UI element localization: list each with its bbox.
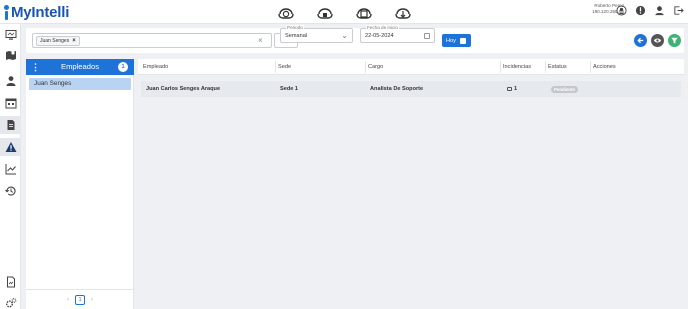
rail-incidents-icon[interactable] xyxy=(0,138,21,156)
incident-ticket-icon xyxy=(507,86,512,91)
rail-users-icon[interactable] xyxy=(0,72,21,90)
top-actions xyxy=(616,5,684,16)
clear-selection-icon[interactable]: × xyxy=(258,36,263,46)
calendar-icon[interactable] xyxy=(424,33,430,39)
rail-history-icon[interactable] xyxy=(0,182,21,200)
cell-incidencias[interactable]: 1 xyxy=(507,85,517,93)
filter-button[interactable] xyxy=(668,34,681,47)
rail-settings-icon[interactable] xyxy=(0,294,21,309)
module-cloud-icon[interactable] xyxy=(393,2,413,22)
arrow-left-icon xyxy=(637,37,644,44)
app-logo[interactable]: MyIntelli xyxy=(4,2,69,22)
employee-chip[interactable]: Juan Senges × xyxy=(36,36,80,46)
table-row[interactable]: Juan Carlos Senges Araque Sede 1 Analist… xyxy=(141,81,681,97)
col-cargo[interactable]: Cargo xyxy=(368,63,383,71)
today-button-label: Hoy xyxy=(446,37,456,44)
logout-icon[interactable] xyxy=(673,5,684,16)
module-access-icon[interactable] xyxy=(354,2,374,22)
employee-chip-label: Juan Senges xyxy=(40,38,70,44)
view-button[interactable] xyxy=(651,34,664,47)
module-security-icon[interactable] xyxy=(315,2,335,22)
incidents-table: Empleado Sede Cargo Incidencias Estatus … xyxy=(138,59,684,309)
user-profile-icon[interactable] xyxy=(616,5,627,16)
col-acciones: Acciones xyxy=(593,64,616,70)
alert-icon[interactable] xyxy=(635,5,646,16)
filter-icon xyxy=(671,37,678,44)
module-switcher xyxy=(276,2,413,22)
cell-sede: Sede 1 xyxy=(280,86,299,92)
col-incidencias[interactable]: Incidencias xyxy=(503,63,531,71)
left-rail xyxy=(0,24,21,309)
rail-chart-icon[interactable] xyxy=(0,160,21,178)
module-attendance-icon[interactable] xyxy=(276,2,296,22)
table-header: Empleado Sede Cargo Incidencias Estatus … xyxy=(138,59,684,75)
period-chevron-down-icon: ⌄ xyxy=(341,31,348,40)
start-date-label: Fecha de inicio xyxy=(366,25,399,30)
rail-calendar-icon[interactable] xyxy=(0,94,21,112)
rail-map-icon[interactable] xyxy=(0,46,21,64)
support-agent-icon[interactable] xyxy=(654,5,665,16)
rail-document-icon[interactable] xyxy=(0,116,21,134)
period-label: Periodo xyxy=(286,25,304,30)
start-date-value: 22-05-2024 xyxy=(365,33,394,39)
top-bar: MyIntelli Roberto Perez 190.120.255.56 xyxy=(0,0,688,24)
period-value: Semanal xyxy=(285,33,308,39)
logo-text: MyIntelli xyxy=(11,3,70,21)
employees-count-badge: 1 xyxy=(118,62,128,72)
incidencias-count: 1 xyxy=(514,86,518,92)
col-sede[interactable]: Sede xyxy=(278,63,291,71)
today-calendar-icon xyxy=(459,37,466,44)
back-button[interactable] xyxy=(634,34,647,47)
chip-remove-icon[interactable]: × xyxy=(72,37,76,45)
start-date-field[interactable]: Fecha de inicio 22-05-2024 xyxy=(360,25,435,43)
employees-panel: ⋮ Empleados 1 Juan Senges ‹ 1 › xyxy=(26,59,134,309)
col-estatus[interactable]: Estatus xyxy=(548,63,567,71)
status-badge: Pendiente xyxy=(551,86,578,93)
logo-mark-icon xyxy=(4,4,10,20)
cell-cargo: Analista De Soporte xyxy=(370,86,424,92)
pager-next-icon[interactable]: › xyxy=(91,297,93,303)
cell-empleado: Juan Carlos Senges Araque xyxy=(146,86,221,92)
period-select[interactable]: Periodo Semanal ⌄ xyxy=(280,25,353,43)
today-button[interactable]: Hoy xyxy=(442,34,471,47)
col-empleado[interactable]: Empleado xyxy=(143,63,168,71)
employee-list-item[interactable]: Juan Senges xyxy=(29,78,131,90)
pager-page-1[interactable]: 1 xyxy=(75,294,85,305)
eye-icon xyxy=(653,38,662,43)
employees-header: ⋮ Empleados 1 xyxy=(26,59,134,75)
employees-pagination: ‹ 1 › xyxy=(26,289,134,309)
pager-prev-icon[interactable]: ‹ xyxy=(67,297,69,303)
rail-monitor-icon[interactable] xyxy=(0,26,21,44)
filter-bar: Juan Senges × × ⌄ Periodo Semanal ⌄ Fech… xyxy=(26,25,684,53)
rail-report-icon[interactable] xyxy=(0,273,21,291)
employee-select[interactable]: Juan Senges × × xyxy=(32,33,272,48)
